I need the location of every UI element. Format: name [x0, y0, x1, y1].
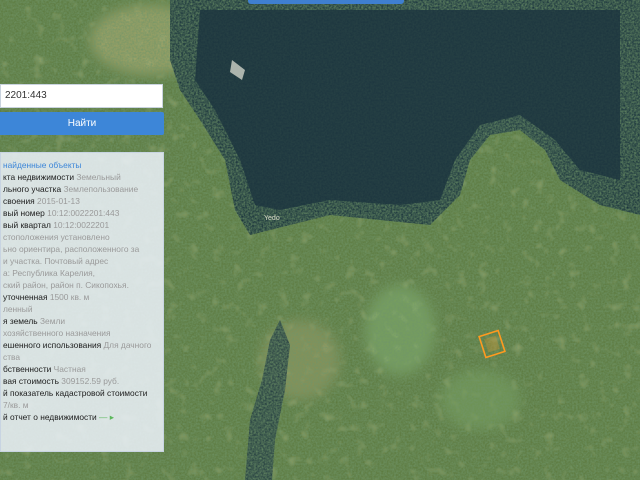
- top-tab-indicator[interactable]: [248, 0, 404, 4]
- find-button[interactable]: Найти: [0, 112, 164, 135]
- result-row: своения 2015-01-13: [3, 196, 80, 206]
- result-row: ский район, район п. Сикопохья.: [3, 280, 129, 290]
- result-row: я земель Земли: [3, 316, 66, 326]
- cadastral-search-input[interactable]: 2201:443: [0, 84, 163, 108]
- property-report-link[interactable]: й отчет о недвижимости — ▸: [1, 411, 159, 423]
- result-row: кта недвижимости Земельный: [3, 172, 121, 182]
- result-row: а: Республика Карелия,: [3, 268, 96, 278]
- result-row: й показатель кадастровой стоимости: [3, 388, 148, 398]
- result-row: льного участка Землепользование: [3, 184, 139, 194]
- result-row: ства: [3, 352, 21, 362]
- results-header[interactable]: найденные объекты: [1, 159, 159, 171]
- result-row: ленный: [3, 304, 33, 314]
- result-row: вая стоимость 309152.59 руб.: [3, 376, 120, 386]
- result-row: стоположения установлено: [3, 232, 110, 242]
- result-row: уточненная 1500 кв. м: [3, 292, 90, 302]
- result-row: бственности Частная: [3, 364, 86, 374]
- result-row: вый номер 10:12:0022201:443: [3, 208, 120, 218]
- result-row: 7/кв. м: [3, 400, 29, 410]
- result-row: ешенного использования Для дачного: [3, 340, 152, 350]
- report-link-icon[interactable]: — ▸: [97, 412, 114, 422]
- map-place-label: Yedo: [264, 215, 280, 222]
- results-list[interactable]: найденные объекты кта недвижимости Земел…: [1, 159, 159, 423]
- result-row: хозяйственного назначения: [3, 328, 111, 338]
- results-panel: найденные объекты кта недвижимости Земел…: [0, 152, 164, 452]
- result-row: вый квартал 10:12:0022201: [3, 220, 110, 230]
- result-row: и участка. Почтовый адрес: [3, 256, 109, 266]
- result-row: ьно ориентира, расположенного за: [3, 244, 140, 254]
